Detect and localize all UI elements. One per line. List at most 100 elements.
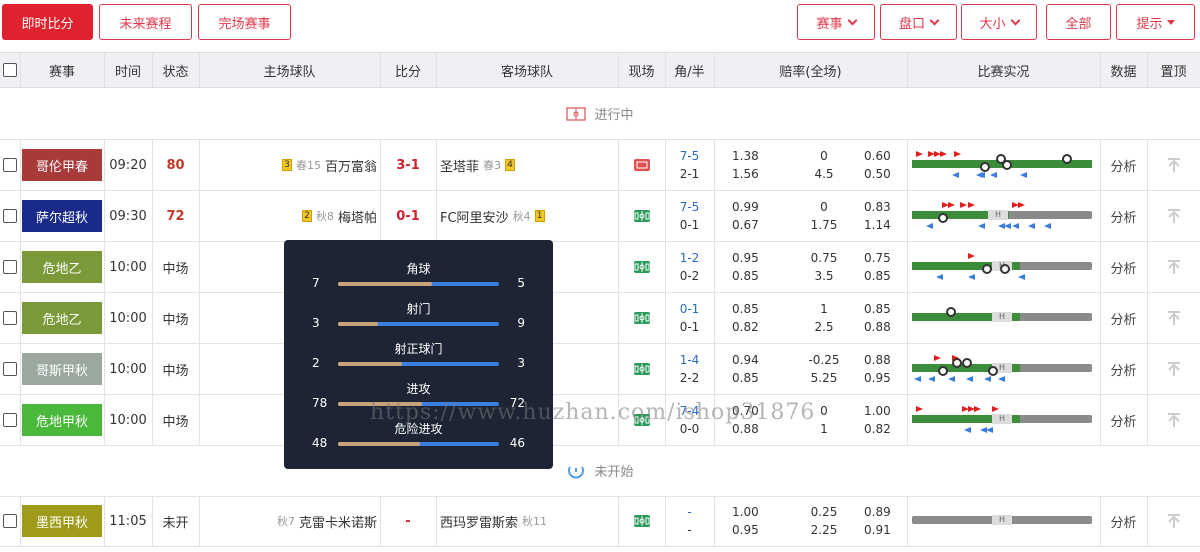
pin-cell[interactable]	[1147, 496, 1200, 546]
score[interactable]: 0-1	[380, 191, 436, 241]
league-cell[interactable]: 哥斯甲秋	[22, 344, 102, 394]
row-checkbox[interactable]	[3, 311, 17, 325]
analysis-link[interactable]: 分析	[1100, 395, 1147, 445]
odds-value[interactable]: 0.82	[864, 422, 891, 436]
live-scores-button[interactable]: 即时比分	[2, 4, 93, 40]
match-timeline-bar[interactable]: H	[912, 515, 1092, 525]
pin-cell[interactable]	[1147, 395, 1200, 445]
pin-cell[interactable]	[1147, 191, 1200, 241]
select-all-checkbox-cell[interactable]	[0, 53, 20, 87]
odds-value[interactable]: 0.75	[811, 251, 838, 265]
league-badge[interactable]: 哥伦甲春	[22, 149, 102, 181]
odds-value[interactable]: 1.00	[732, 505, 759, 519]
table-row[interactable]: 萨尔超秋 09:30 72 2 秋8 梅塔帕 0-1 FC阿里安沙 秋4 1 7-5 0-1 0.99 0…	[0, 191, 1200, 242]
pin-top-icon[interactable]	[1166, 157, 1182, 173]
odds-value[interactable]: 1	[820, 422, 828, 436]
home-team[interactable]: 3 春15 百万富翁	[281, 140, 377, 190]
field-icon[interactable]	[633, 311, 651, 325]
tips-button[interactable]: 提示	[1116, 4, 1195, 40]
table-row[interactable]: 哥伦甲春 09:20 80 3 春15 百万富翁 3-1 圣塔菲 春3 4 7-5 2-1 1.38 1.…	[0, 140, 1200, 191]
odds-value[interactable]: 2.5	[814, 320, 833, 334]
match-timeline-bar[interactable]: H	[912, 312, 1092, 322]
odds-value[interactable]: 0.91	[864, 523, 891, 537]
row-checkbox-cell[interactable]	[0, 344, 20, 394]
odds-value[interactable]: 0.95	[864, 371, 891, 385]
league-badge[interactable]: 危地乙	[22, 251, 102, 283]
table-row[interactable]: 哥斯甲秋 10:00 中场 1-4 2-2 0.94 0.85 -0.25 5.25 0.88 0.…	[0, 344, 1200, 395]
row-checkbox-cell[interactable]	[0, 496, 20, 546]
odds-value[interactable]: 0.85	[864, 302, 891, 316]
odds-value[interactable]: 0.85	[864, 269, 891, 283]
league-cell[interactable]: 萨尔超秋	[22, 191, 102, 241]
table-row[interactable]: 危地乙10:00中场1-20-20.950.850.753.50.750.85H…	[0, 242, 1200, 293]
live-cell[interactable]	[618, 191, 665, 241]
odds-value[interactable]: 3.5	[814, 269, 833, 283]
field-icon[interactable]	[633, 260, 651, 274]
upcoming-button[interactable]: 未来赛程	[99, 4, 192, 40]
all-button[interactable]: 全部	[1046, 4, 1111, 40]
league-cell[interactable]: 危地乙	[22, 242, 102, 292]
field-icon[interactable]	[633, 209, 651, 223]
row-checkbox[interactable]	[3, 514, 17, 528]
pin-top-icon[interactable]	[1166, 513, 1182, 529]
select-all-checkbox[interactable]	[3, 63, 17, 77]
pin-top-icon[interactable]	[1166, 259, 1182, 275]
odds-value[interactable]: 4.5	[814, 167, 833, 181]
odds-value[interactable]: -0.25	[808, 353, 839, 367]
row-checkbox-cell[interactable]	[0, 191, 20, 241]
row-checkbox[interactable]	[3, 209, 17, 223]
odds-value[interactable]: 0.60	[864, 149, 891, 163]
pin-top-icon[interactable]	[1166, 361, 1182, 377]
league-badge[interactable]: 危地乙	[22, 302, 102, 334]
row-checkbox-cell[interactable]	[0, 293, 20, 343]
corner-score[interactable]: -	[687, 505, 691, 519]
odds-value[interactable]: 1.75	[811, 218, 838, 232]
away-team[interactable]: 圣塔菲 春3 4	[440, 140, 516, 190]
odds-value[interactable]: 0.88	[864, 353, 891, 367]
pin-cell[interactable]	[1147, 242, 1200, 292]
row-checkbox[interactable]	[3, 158, 17, 172]
live-cell[interactable]	[618, 496, 665, 546]
odds-value[interactable]: 0	[820, 149, 828, 163]
league-badge[interactable]: 墨西甲秋	[22, 505, 102, 537]
live-cell[interactable]	[618, 344, 665, 394]
odds-value[interactable]: 1	[820, 302, 828, 316]
home-team[interactable]: 2 秋8 梅塔帕	[301, 191, 377, 241]
odds-value[interactable]: 0.85	[732, 302, 759, 316]
odds-value[interactable]: 0.85	[732, 371, 759, 385]
score[interactable]: 3-1	[380, 140, 436, 190]
corner-score[interactable]: 0-1	[680, 302, 700, 316]
row-checkbox-cell[interactable]	[0, 395, 20, 445]
pin-cell[interactable]	[1147, 140, 1200, 190]
live-cell[interactable]	[618, 140, 665, 190]
row-checkbox[interactable]	[3, 413, 17, 427]
analysis-link[interactable]: 分析	[1100, 496, 1147, 546]
corner-score[interactable]: 1-2	[680, 251, 700, 265]
odds-value[interactable]: 1.00	[864, 404, 891, 418]
analysis-link[interactable]: 分析	[1100, 242, 1147, 292]
row-checkbox[interactable]	[3, 362, 17, 376]
row-checkbox[interactable]	[3, 260, 17, 274]
odds-value[interactable]: 0	[820, 404, 828, 418]
field-icon[interactable]	[633, 514, 651, 528]
analysis-link[interactable]: 分析	[1100, 140, 1147, 190]
table-row[interactable]: 墨西甲秋 11:05 未开 秋7 克雷卡米诺斯 - 西玛罗雷斯索 秋11- -1.00 0.95 0…	[0, 496, 1200, 547]
league-cell[interactable]: 哥伦甲春	[22, 140, 102, 190]
odds-value[interactable]: 5.25	[811, 371, 838, 385]
score[interactable]: -	[380, 496, 436, 546]
odds-value[interactable]: 0.83	[864, 200, 891, 214]
video-icon[interactable]	[633, 158, 651, 172]
live-cell[interactable]	[618, 293, 665, 343]
finished-button[interactable]: 完场赛事	[198, 4, 291, 40]
home-team[interactable]: 秋7 克雷卡米诺斯	[277, 496, 377, 546]
league-cell[interactable]: 危地乙	[22, 293, 102, 343]
odds-value[interactable]: 1.14	[864, 218, 891, 232]
odds-value[interactable]: 0.95	[732, 251, 759, 265]
odds-value[interactable]: 0.88	[864, 320, 891, 334]
odds-value[interactable]: 0.89	[864, 505, 891, 519]
odds-value[interactable]: 0.95	[732, 523, 759, 537]
odds-value[interactable]: 0.94	[732, 353, 759, 367]
odds-value[interactable]: 0.50	[864, 167, 891, 181]
field-icon[interactable]	[633, 362, 651, 376]
league-cell[interactable]: 危地甲秋	[22, 395, 102, 445]
